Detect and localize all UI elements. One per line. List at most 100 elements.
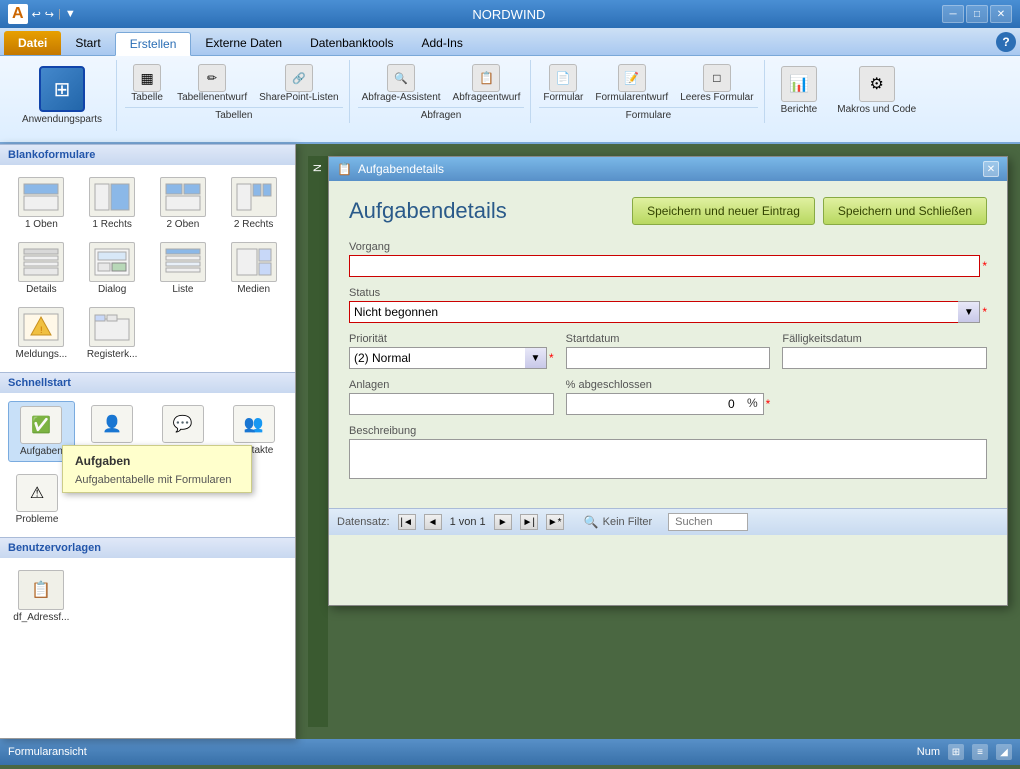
quick-access-more[interactable]: ▼	[65, 8, 76, 20]
faelligkeitsdatum-input[interactable]	[782, 347, 987, 369]
vorgang-required-star: *	[982, 259, 987, 273]
formulare-group-label: Formulare	[539, 107, 757, 121]
panel-item-1rechts[interactable]: 1 Rechts	[79, 173, 146, 234]
panel-item-2rechts[interactable]: 2 Rechts	[220, 173, 287, 234]
vorgang-field: Vorgang *	[349, 241, 987, 277]
formular-icon: 📄	[549, 64, 577, 92]
tab-datei[interactable]: Datei	[4, 31, 61, 55]
formular-button[interactable]: 📄 Formular	[539, 62, 587, 105]
tab-add-ins[interactable]: Add-Ins	[407, 31, 476, 55]
berichte-icon: 📊	[781, 66, 817, 102]
anwendungsparts-button[interactable]: ⊞ Anwendungsparts	[14, 62, 110, 129]
liste-icon	[160, 242, 206, 282]
tabellenentwurf-button[interactable]: ✏ Tabellenentwurf	[173, 62, 251, 105]
form-content: Aufgabendetails Speichern und neuer Eint…	[329, 181, 1007, 508]
nav-first-button[interactable]: |◄	[398, 514, 416, 530]
status-left-label: Formularansicht	[8, 746, 87, 758]
minimize-button[interactable]: ─	[942, 5, 964, 23]
tabelle-button[interactable]: ▦ Tabelle	[125, 62, 169, 105]
probleme-icon: ⚠	[16, 474, 58, 512]
title-bar-left: A ↩ ↪ | ▼	[8, 4, 76, 24]
schnellstart-probleme[interactable]: ⚠ Probleme	[8, 470, 66, 529]
prioritaet-select[interactable]: (1) Hoch (2) Normal (3) Niedrig	[349, 347, 547, 369]
tabelle-icon: ▦	[133, 64, 161, 92]
aufgaben-label: Aufgaben	[20, 446, 63, 457]
panel-item-medien[interactable]: Medien	[220, 238, 287, 299]
registerk-label: Registerk...	[87, 349, 138, 360]
blankoformulare-grid: 1 Oben 1 Rechts	[0, 165, 295, 372]
makros-icon: ⚙	[859, 66, 895, 102]
berichte-button[interactable]: 📊 Berichte	[773, 62, 826, 119]
panel-item-meldungs[interactable]: ! Meldungs...	[8, 303, 75, 364]
tab-datenbanktools[interactable]: Datenbanktools	[296, 31, 407, 55]
nav-new-button[interactable]: ►*	[546, 514, 564, 530]
panel-item-details[interactable]: Details	[8, 238, 75, 299]
save-close-button[interactable]: Speichern und Schließen	[823, 197, 987, 225]
num-indicator: Num	[917, 746, 940, 758]
ribbon-tabs: Datei Start Erstellen Externe Daten Date…	[0, 28, 1020, 56]
nav-search-input[interactable]	[668, 513, 748, 531]
save-new-button[interactable]: Speichern und neuer Eintrag	[632, 197, 815, 225]
panel-item-2oben[interactable]: 2 Oben	[150, 173, 217, 234]
leeres-formular-button[interactable]: □ Leeres Formular	[676, 62, 757, 105]
tooltip-main-item[interactable]: Aufgaben	[63, 450, 251, 472]
1rechts-label: 1 Rechts	[92, 219, 131, 230]
empty-col	[782, 379, 987, 415]
makros-code-button[interactable]: ⚙ Makros und Code	[829, 62, 924, 119]
form-dialog-title-text: Aufgabendetails	[358, 162, 444, 176]
datensatz-label: Datensatz:	[337, 516, 390, 528]
nav-last-button[interactable]: ►|	[520, 514, 538, 530]
dialog-label: Dialog	[98, 284, 126, 295]
status-select[interactable]: Nicht begonnen In Bearbeitung Abgeschlos…	[349, 301, 980, 323]
df-adressf-item[interactable]: 📋 df_Adressf...	[8, 566, 75, 627]
anlagen-input[interactable]	[349, 393, 554, 415]
nav-n-label: N	[312, 164, 324, 172]
prozent-col: % abgeschlossen % *	[566, 379, 771, 415]
quick-access-undo[interactable]: ↩	[32, 8, 41, 21]
close-button[interactable]: ✕	[990, 5, 1012, 23]
form-dialog: 📋 Aufgabendetails ✕ Aufgabendetails Spei…	[328, 156, 1008, 606]
tab-start[interactable]: Start	[61, 31, 114, 55]
tooltip-sub-item[interactable]: Aufgabentabelle mit Formularen	[63, 472, 251, 488]
quick-access-redo[interactable]: ↪	[45, 8, 54, 21]
beschreibung-label: Beschreibung	[349, 425, 987, 437]
status-bar: Formularansicht Num ⊞ ≡ ◢	[0, 739, 1020, 765]
filter-search-icon: 🔍	[584, 515, 599, 529]
dropdown-panel: Blankoformulare 1 Oben	[0, 144, 296, 739]
blankoformulare-title: Blankoformulare	[0, 144, 295, 165]
panel-item-liste[interactable]: Liste	[150, 238, 217, 299]
details-icon	[18, 242, 64, 282]
panel-item-dialog[interactable]: Dialog	[79, 238, 146, 299]
abfrageentwurf-button[interactable]: 📋 Abfrageentwurf	[449, 62, 525, 105]
help-button[interactable]: ?	[996, 32, 1016, 52]
tooltip-popup: Aufgaben Aufgabentabelle mit Formularen	[62, 445, 252, 493]
panel-item-1oben[interactable]: 1 Oben	[8, 173, 75, 234]
prozent-input[interactable]	[566, 393, 764, 415]
prioritaet-required-star: *	[549, 351, 554, 365]
sharepoint-listen-button[interactable]: 🔗 SharePoint-Listen	[255, 62, 343, 105]
leeres-formular-icon: □	[703, 64, 731, 92]
view-icon-1[interactable]: ⊞	[948, 744, 964, 760]
view-icon-3[interactable]: ◢	[996, 744, 1012, 760]
tabellen-group-label: Tabellen	[125, 107, 343, 121]
form-close-button[interactable]: ✕	[983, 161, 999, 177]
formularentwurf-button[interactable]: 📝 Formularentwurf	[591, 62, 672, 105]
maximize-button[interactable]: □	[966, 5, 988, 23]
nav-prev-button[interactable]: ◄	[424, 514, 442, 530]
kein-filter-label: Kein Filter	[603, 516, 653, 528]
panel-item-registerk[interactable]: Registerk...	[79, 303, 146, 364]
view-icon-2[interactable]: ≡	[972, 744, 988, 760]
tab-erstellen[interactable]: Erstellen	[115, 32, 192, 56]
tabellenentwurf-icon: ✏	[198, 64, 226, 92]
abfrage-assistent-button[interactable]: 🔍 Abfrage-Assistent	[358, 62, 445, 105]
status-field: Status Nicht begonnen In Bearbeitung Abg…	[349, 287, 987, 323]
tab-externe-daten[interactable]: Externe Daten	[191, 31, 296, 55]
startdatum-input[interactable]	[566, 347, 771, 369]
vorgang-input[interactable]	[349, 255, 980, 277]
1oben-icon	[18, 177, 64, 217]
form-dialog-icon: 📋	[337, 162, 352, 176]
beschreibung-textarea[interactable]	[349, 439, 987, 479]
nav-next-button[interactable]: ►	[494, 514, 512, 530]
ribbon-group-anwendungsparts: ⊞ Anwendungsparts	[8, 60, 117, 131]
2rechts-label: 2 Rechts	[234, 219, 273, 230]
